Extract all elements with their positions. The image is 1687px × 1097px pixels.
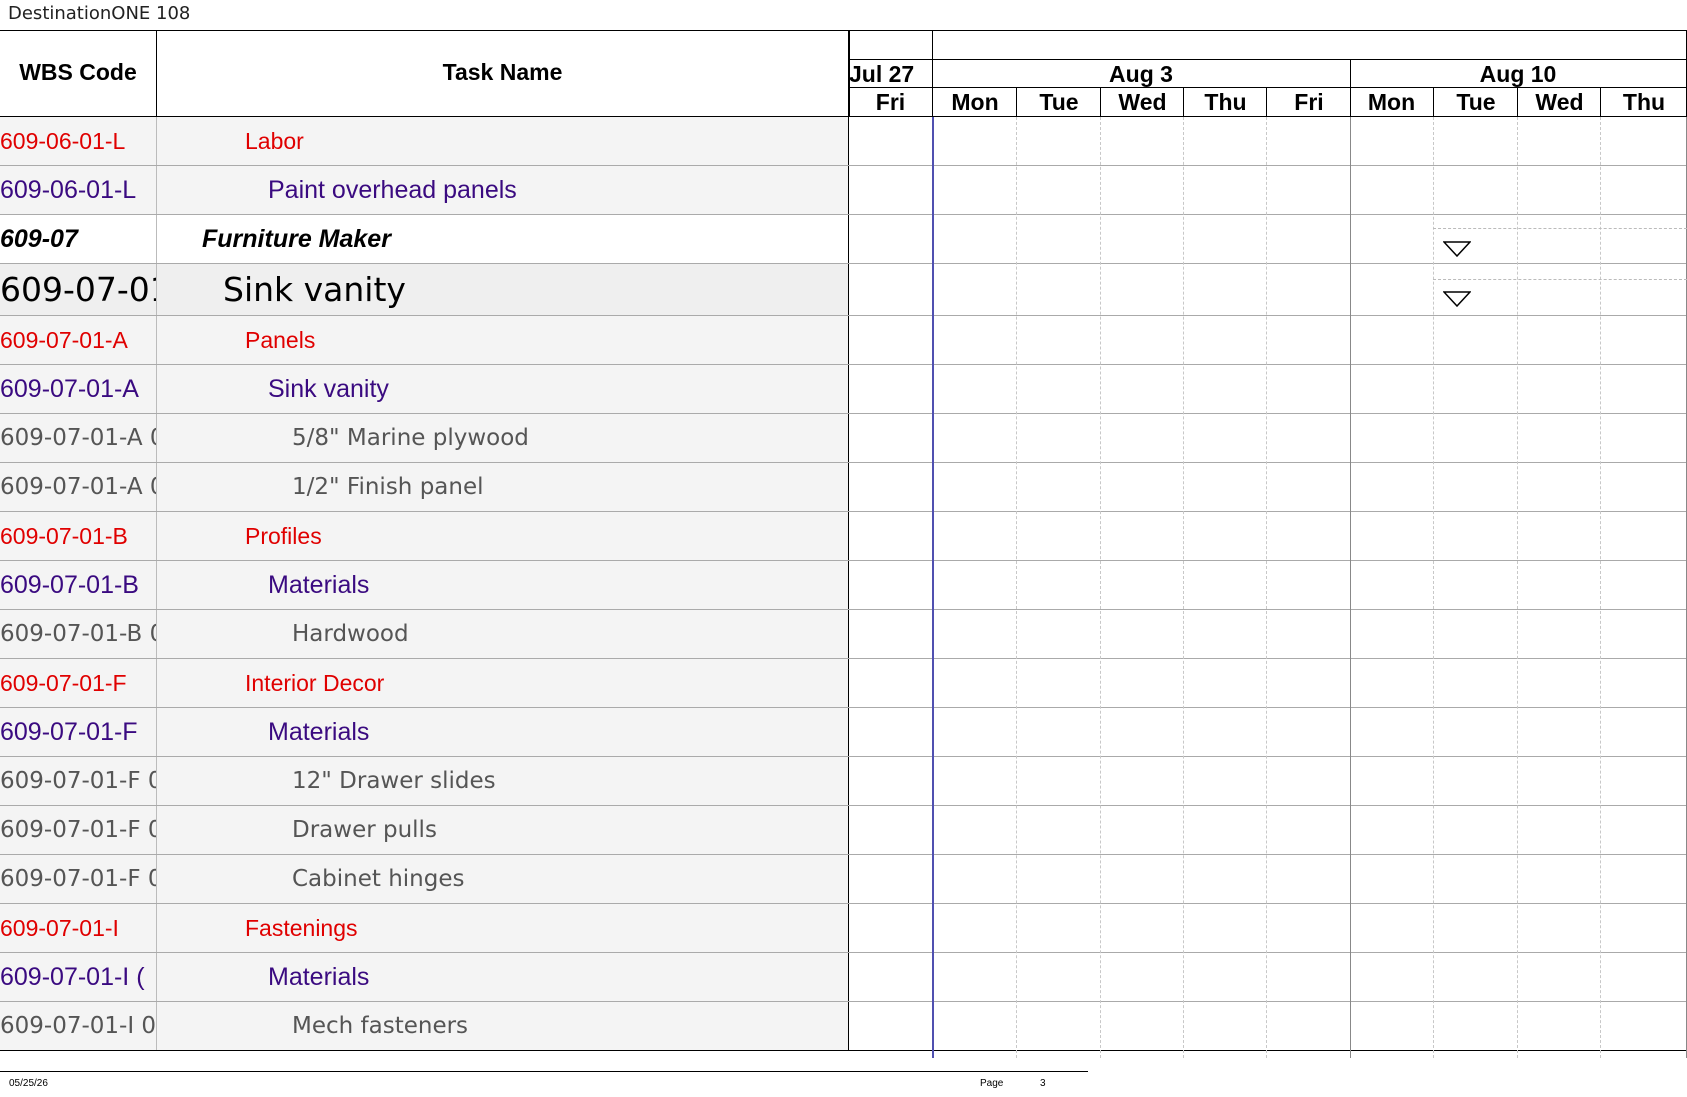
footer-date: 05/25/26 [9, 1078, 48, 1089]
task-column-header[interactable]: Task Name [157, 30, 849, 117]
task-header-label: Task Name [442, 59, 563, 85]
day-label: Mon [932, 88, 1017, 117]
task-cell: Materials [157, 561, 849, 609]
day-gridline [1600, 117, 1601, 1058]
task-cell: Materials [157, 708, 849, 756]
day-label: Tue [1433, 88, 1518, 117]
footer-page-number: 3 [1040, 1078, 1046, 1089]
wbs-cell: 609-07-01-A 0 [0, 414, 157, 462]
task-cell: Sink vanity [157, 264, 849, 315]
task-cell: Interior Decor [157, 659, 849, 707]
day-label: Wed [1100, 88, 1184, 117]
wbs-cell: 609-07-01-A [0, 365, 157, 413]
task-cell: Labor [157, 117, 849, 165]
wbs-cell: 609-07-01 [0, 264, 157, 315]
task-cell: Mech fasteners [157, 1002, 849, 1050]
wbs-cell: 609-07-01-A 0 [0, 463, 157, 511]
day-label: Mon [1367, 89, 1416, 115]
task-cell: Materials [157, 953, 849, 1001]
wbs-cell: 609-07-01-F [0, 659, 157, 707]
task-cell: Panels [157, 316, 849, 364]
wbs-cell: 609-07-01-I 01 [0, 1002, 157, 1050]
day-label: Fri [875, 89, 906, 115]
wbs-cell: 609-07-01-A [0, 316, 157, 364]
task-cell: Hardwood [157, 610, 849, 658]
task-cell: Sink vanity [157, 365, 849, 413]
week-gridline [1350, 117, 1351, 1058]
day-label: Thu [1600, 88, 1687, 117]
wbs-cell: 609-06-01-L [0, 166, 157, 214]
task-cell: Profiles [157, 512, 849, 560]
day-label: Fri [1266, 88, 1351, 117]
day-gridline [1517, 117, 1518, 1058]
day-label: Tue [1016, 88, 1101, 117]
timeline-header: Jul 27 Aug 3 Aug 10 Fri Mon Tue Wed Thu … [849, 30, 1687, 117]
current-date-line [932, 117, 934, 1058]
wbs-cell: 609-07-01-B [0, 561, 157, 609]
task-cell: Paint overhead panels [157, 166, 849, 214]
wbs-cell: 609-07-01-B 0 [0, 610, 157, 658]
task-cell: 1/2" Finish panel [157, 463, 849, 511]
summary-dash-line [1433, 228, 1687, 229]
day-gridline [1016, 117, 1017, 1058]
week-label: Aug 10 [1479, 61, 1557, 87]
day-gridline [1100, 117, 1101, 1058]
task-cell: 5/8" Marine plywood [157, 414, 849, 462]
summary-dash-line [1433, 279, 1687, 280]
week-label: Jul 27 [849, 61, 915, 87]
day-label: Wed [1517, 88, 1601, 117]
task-cell: 12" Drawer slides [157, 757, 849, 805]
wbs-column-header[interactable]: WBS Code [0, 30, 157, 117]
wbs-cell: 609-07-01-B [0, 512, 157, 560]
timeline-border [849, 30, 1687, 31]
task-cell: Cabinet hinges [157, 855, 849, 903]
wbs-cell: 609-06-01-L [0, 117, 157, 165]
wbs-cell: 609-07-01-F 0 [0, 855, 157, 903]
wbs-header-label: WBS Code [19, 59, 137, 85]
day-gridline [1183, 117, 1184, 1058]
app-title: DestinationONE 108 [8, 3, 191, 24]
task-cell: Fastenings [157, 904, 849, 952]
task-cell: Furniture Maker [157, 215, 849, 263]
gantt-table: WBS Code Task Name Jul 27 Aug 3 Aug 10 F… [0, 30, 1687, 1058]
day-label: Thu [1183, 88, 1267, 117]
wbs-cell: 609-07-01-F [0, 708, 157, 756]
wbs-cell: 609-07 [0, 215, 157, 263]
wbs-cell: 609-07-01-I ( [0, 953, 157, 1001]
week-label: Aug 3 [1109, 61, 1173, 87]
wbs-cell: 609-07-01-F 0 [0, 757, 157, 805]
footer-divider [0, 1071, 1088, 1072]
wbs-cell: 609-07-01-F 0 [0, 806, 157, 854]
day-gridline [1266, 117, 1267, 1058]
wbs-cell: 609-07-01-I [0, 904, 157, 952]
day-gridline [1433, 117, 1434, 1058]
footer-page-label: Page [980, 1078, 1004, 1089]
task-cell: Drawer pulls [157, 806, 849, 854]
